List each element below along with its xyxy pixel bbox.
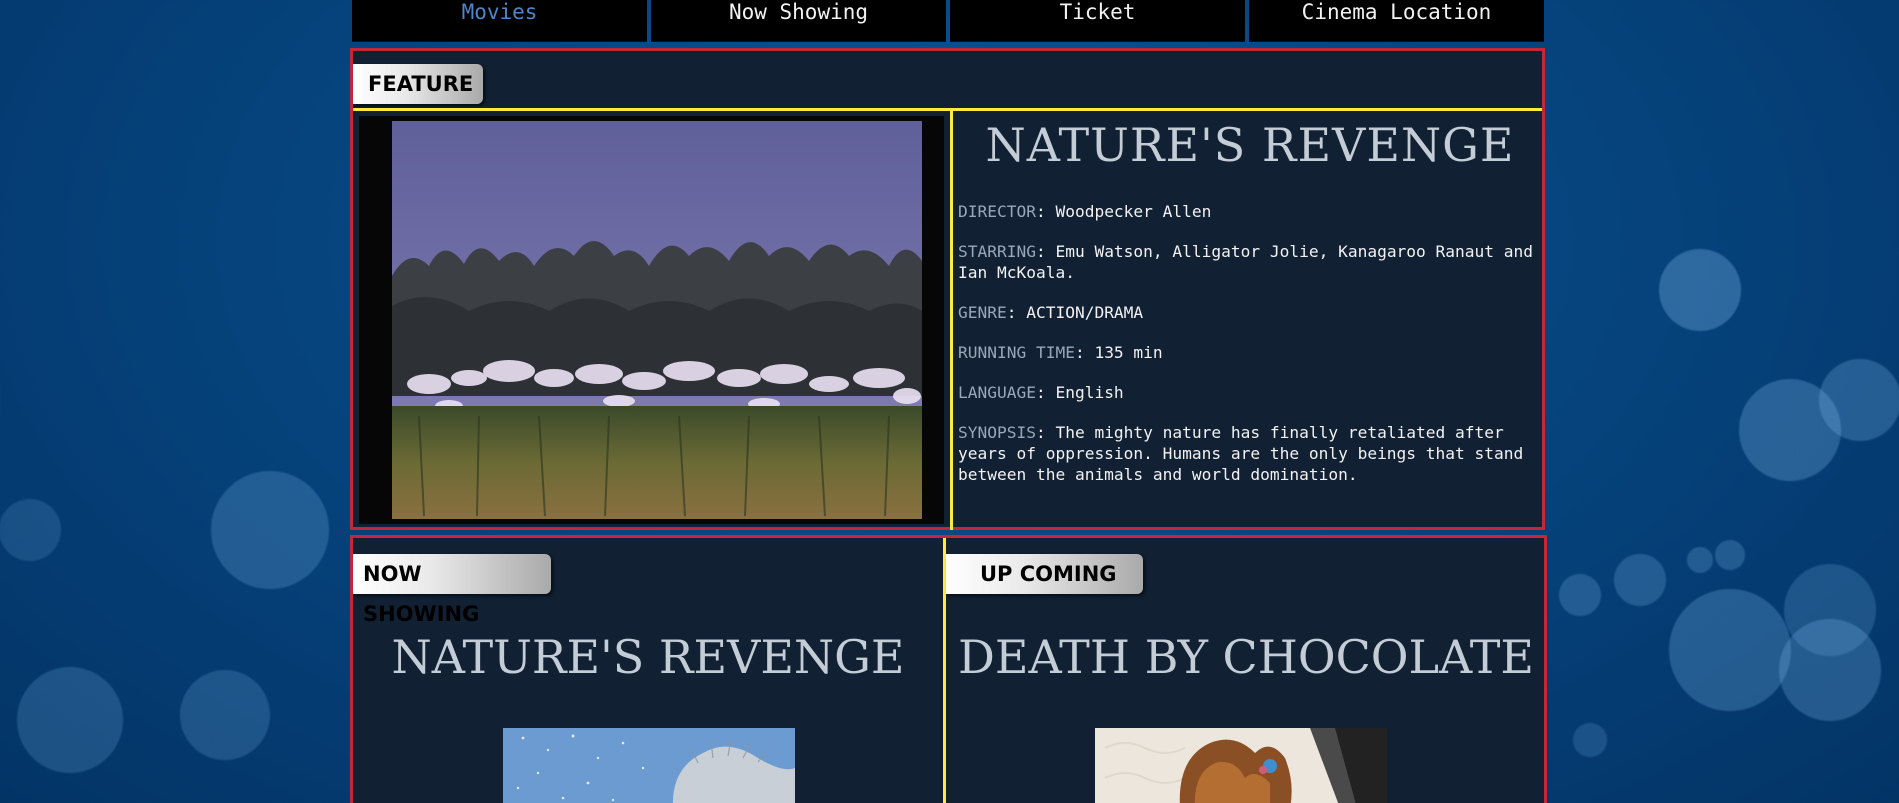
now-showing-movie-title[interactable]: NATURE'S REVENGE (353, 626, 943, 688)
now-showing-poster-image (503, 728, 795, 803)
detail-language-key: LANGUAGE (958, 383, 1036, 402)
nav-ticket[interactable]: Ticket (950, 0, 1245, 42)
feature-divider-vertical (950, 108, 953, 530)
detail-synopsis-value: : The mighty nature has finally retaliat… (958, 423, 1524, 484)
feature-divider-horizontal (353, 108, 1542, 111)
detail-running-time: RUNNING TIME: 135 min (958, 342, 1543, 363)
listing-panel: NOW SHOWING NATURE'S REVENGE UP COMING D… (350, 535, 1547, 803)
now-showing-tab-label: NOW SHOWING (353, 554, 551, 626)
detail-language-value: : English (1035, 383, 1124, 402)
detail-genre-key: GENRE (958, 303, 1007, 322)
feature-tab-label: FEATURE (353, 64, 483, 104)
detail-director-value: : Woodpecker Allen (1035, 202, 1212, 221)
feature-movie-title: NATURE'S REVENGE (985, 118, 1515, 172)
detail-starring-value: : Emu Watson, Alligator Jolie, Kanagaroo… (958, 242, 1533, 282)
nav-movies[interactable]: Movies (352, 0, 647, 42)
detail-running-time-key: RUNNING TIME (958, 343, 1075, 362)
detail-starring: STARRING: Emu Watson, Alligator Jolie, K… (958, 241, 1543, 283)
now-showing-poster[interactable] (503, 728, 795, 803)
feature-movie-still-image (359, 116, 944, 524)
detail-synopsis: SYNOPSIS: The mighty nature has finally … (958, 422, 1543, 485)
detail-synopsis-key: SYNOPSIS (958, 423, 1036, 442)
up-coming-poster[interactable] (1095, 728, 1387, 803)
detail-director: DIRECTOR: Woodpecker Allen (958, 201, 1543, 222)
feature-details: DIRECTOR: Woodpecker Allen STARRING: Emu… (958, 201, 1543, 504)
detail-starring-key: STARRING (958, 242, 1036, 261)
up-coming-tab-label: UP COMING (946, 554, 1143, 594)
detail-director-key: DIRECTOR (958, 202, 1036, 221)
detail-language: LANGUAGE: English (958, 382, 1543, 403)
nav-now-showing[interactable]: Now Showing (651, 0, 946, 42)
up-coming-poster-image (1095, 728, 1387, 803)
feature-movie-still (359, 116, 944, 524)
detail-running-time-value: : 135 min (1074, 343, 1163, 362)
nav-cinema-location[interactable]: Cinema Location (1249, 0, 1544, 42)
feature-panel: FEATURE NATURE'S REVENGE DIRECTOR: Woodp… (350, 48, 1545, 530)
main-nav: Movies Now Showing Ticket Cinema Locatio… (352, 0, 1544, 42)
up-coming-movie-title[interactable]: DEATH BY CHOCOLATE (946, 626, 1546, 688)
detail-genre: GENRE: ACTION/DRAMA (958, 302, 1543, 323)
detail-genre-value: : ACTION/DRAMA (1006, 303, 1144, 322)
